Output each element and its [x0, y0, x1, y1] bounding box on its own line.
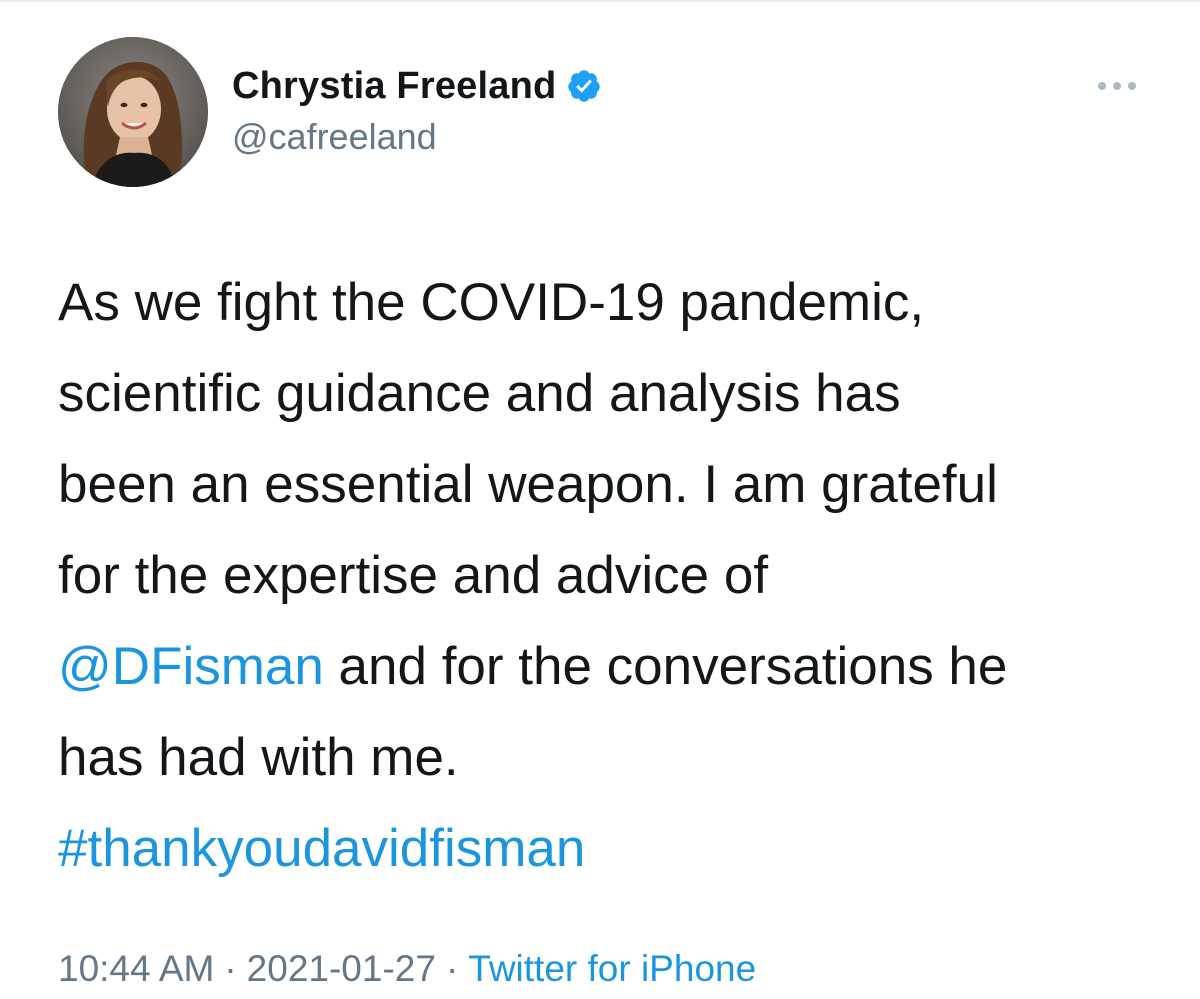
tweet-time[interactable]: 10:44 AM	[58, 948, 214, 989]
tweet-text-segment: As we fight the COVID-19 pandemic,	[58, 273, 925, 332]
more-options-icon[interactable]	[1096, 76, 1138, 96]
mention-link-dfisman[interactable]: @DFisman	[58, 637, 324, 696]
tweet-line: has had with me.	[58, 712, 1158, 803]
tweet-line: As we fight the COVID-19 pandemic,	[58, 257, 1158, 348]
author-header: Chrystia Freeland @cafreeland	[232, 62, 602, 158]
name-row: Chrystia Freeland	[232, 62, 602, 110]
tweet-meta: 10:44 AM · 2021-01-27 · Twitter for iPhone	[58, 948, 756, 990]
tweet-text-segment: has had with me.	[58, 728, 459, 787]
tweet-line: @DFisman and for the conversations he	[58, 621, 1158, 712]
tweet-text: As we fight the COVID-19 pandemic, scien…	[58, 257, 1158, 894]
meta-separator: ·	[445, 948, 459, 989]
author-handle[interactable]: @cafreeland	[232, 116, 602, 158]
tweet-source-link[interactable]: Twitter for iPhone	[468, 948, 756, 989]
tweet-text-segment: for the expertise and advice of	[58, 546, 769, 605]
tweet-line: scientific guidance and analysis has	[58, 348, 1158, 439]
tweet-text-segment: and for the conversations he	[323, 637, 1008, 696]
top-divider	[0, 0, 1200, 2]
tweet-line: been an essential weapon. I am grateful	[58, 439, 1158, 530]
meta-separator: ·	[224, 948, 237, 989]
tweet-line: for the expertise and advice of	[58, 530, 1158, 621]
tweet-date[interactable]: 2021-01-27	[247, 948, 436, 989]
tweet-text-segment: been an essential weapon. I am grateful	[58, 455, 998, 514]
hashtag-link[interactable]: #thankyoudavidfisman	[58, 819, 585, 878]
verified-badge-icon	[566, 68, 602, 104]
tweet-line: #thankyoudavidfisman	[58, 803, 1158, 894]
avatar[interactable]	[58, 37, 208, 187]
tweet-text-segment: scientific guidance and analysis has	[58, 364, 901, 423]
avatar-photo	[58, 37, 208, 187]
display-name[interactable]: Chrystia Freeland	[232, 65, 556, 108]
